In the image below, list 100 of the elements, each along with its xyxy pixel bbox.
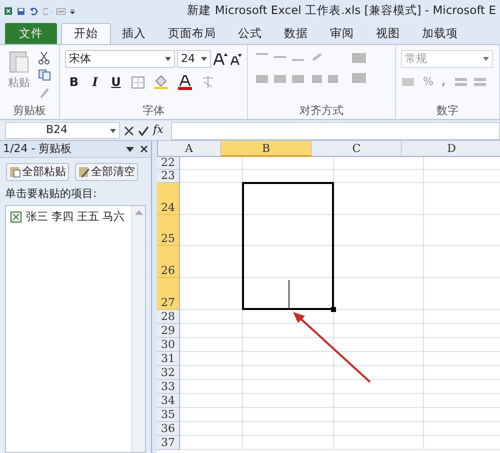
grid-cell[interactable]: [180, 408, 243, 422]
grid-cell[interactable]: [334, 246, 424, 278]
row-header[interactable]: 22: [157, 157, 180, 170]
font-size-field[interactable]: 24: [177, 50, 211, 68]
column-header[interactable]: D: [402, 141, 500, 157]
grid-cell[interactable]: [334, 436, 424, 450]
row-header[interactable]: 36: [157, 422, 180, 436]
grow-font-icon[interactable]: [212, 52, 228, 66]
grid-cell[interactable]: [243, 338, 334, 352]
currency-icon[interactable]: [401, 76, 415, 88]
ribbon-tab[interactable]: 公式: [227, 23, 273, 44]
ribbon-tab[interactable]: 开始: [61, 23, 111, 44]
grid-cell[interactable]: [180, 436, 243, 450]
cut-icon[interactable]: [38, 51, 50, 65]
copy-icon[interactable]: [38, 69, 52, 81]
grid-cell[interactable]: [180, 338, 243, 352]
paste-all-button[interactable]: 全部粘贴: [6, 163, 69, 181]
ribbon-tab[interactable]: 视图: [365, 23, 411, 44]
ribbon-tab[interactable]: 页面布局: [157, 23, 227, 44]
row-header[interactable]: 37: [157, 436, 180, 450]
row-header[interactable]: 33: [157, 380, 180, 394]
grid-cell[interactable]: [180, 310, 243, 324]
row-header[interactable]: 34: [157, 394, 180, 408]
grid-cell[interactable]: [334, 310, 424, 324]
close-icon[interactable]: [140, 145, 148, 153]
row-header[interactable]: 32: [157, 366, 180, 380]
dropdown-arrow-icon: [110, 128, 116, 132]
column-header[interactable]: B: [221, 141, 312, 157]
decimal-buttons-icon[interactable]: [454, 76, 488, 88]
grid-cell[interactable]: [243, 394, 334, 408]
italic-button[interactable]: I: [89, 73, 101, 91]
grid-cell[interactable]: [180, 366, 243, 380]
font-color-icon[interactable]: [177, 74, 193, 90]
grid-cell[interactable]: [334, 183, 424, 215]
grid-cell[interactable]: [334, 422, 424, 436]
row-header[interactable]: 29: [157, 324, 180, 338]
ribbon-tab[interactable]: 加载项: [411, 23, 469, 44]
row-header[interactable]: 31: [157, 352, 180, 366]
grid-cell[interactable]: [180, 324, 243, 338]
grid-cell[interactable]: [334, 338, 424, 352]
grid-cell[interactable]: [334, 157, 424, 170]
grid-cell[interactable]: [243, 436, 334, 450]
scroll-up-icon[interactable]: [134, 210, 142, 214]
grid-cell[interactable]: [180, 352, 243, 366]
grid-cell[interactable]: [243, 352, 334, 366]
phonetic-icon[interactable]: [201, 75, 215, 89]
row-header[interactable]: 25: [157, 215, 180, 246]
clipboard-item[interactable]: 张三 李四 王五 马六: [26, 208, 124, 225]
insert-function-button[interactable]: fx: [153, 122, 164, 139]
grid-cell[interactable]: [180, 380, 243, 394]
grid-cell[interactable]: [243, 366, 334, 380]
grid-cell[interactable]: [180, 394, 243, 408]
column-header[interactable]: C: [312, 141, 402, 157]
dropdown-icon[interactable]: [126, 146, 134, 152]
pane-title: 1/24 - 剪贴板: [3, 140, 72, 157]
grid-cell[interactable]: [334, 408, 424, 422]
grid-cell[interactable]: [334, 352, 424, 366]
ribbon-tab[interactable]: 数据: [273, 23, 319, 44]
grid-cell[interactable]: [334, 170, 424, 183]
border-icon[interactable]: [131, 76, 145, 88]
shrink-font-icon[interactable]: [230, 52, 242, 66]
grid-cell[interactable]: [334, 394, 424, 408]
grid-cell[interactable]: [334, 380, 424, 394]
column-header[interactable]: A: [158, 141, 221, 157]
grid-cell[interactable]: [243, 422, 334, 436]
row-header[interactable]: 23: [157, 170, 180, 183]
cancel-icon[interactable]: [124, 126, 134, 136]
grid-cell[interactable]: [180, 422, 243, 436]
name-box[interactable]: B24: [5, 122, 120, 139]
fill-bucket-icon[interactable]: [153, 75, 169, 89]
row-header[interactable]: 30: [157, 338, 180, 352]
grid-cell[interactable]: [243, 408, 334, 422]
group-label: 剪贴板: [12, 103, 47, 119]
grid-cell[interactable]: [243, 157, 334, 170]
row-header[interactable]: 24: [157, 183, 180, 215]
ribbon-tab[interactable]: 插入: [111, 23, 157, 44]
clipboard-icon: [8, 49, 30, 75]
underline-button[interactable]: U: [109, 73, 123, 91]
formula-input[interactable]: [171, 122, 500, 140]
ribbon-tab[interactable]: 审阅: [319, 23, 365, 44]
enter-icon[interactable]: [138, 126, 149, 136]
grid-cell[interactable]: [243, 324, 334, 338]
grid-cell[interactable]: [334, 278, 424, 310]
grid-cell[interactable]: [334, 215, 424, 246]
grid-cell[interactable]: [243, 380, 334, 394]
row-header[interactable]: 35: [157, 408, 180, 422]
scrollbar[interactable]: [131, 206, 145, 452]
bold-button[interactable]: B: [67, 73, 81, 91]
font-name-field[interactable]: 宋体: [65, 50, 176, 68]
format-painter-icon[interactable]: [38, 85, 50, 99]
grid-cell[interactable]: [334, 324, 424, 338]
file-tab[interactable]: 文件: [5, 23, 57, 44]
fill-handle[interactable]: [331, 307, 336, 312]
row-header[interactable]: 28: [157, 310, 180, 324]
row-header[interactable]: 27: [157, 278, 180, 310]
clear-all-button[interactable]: 全部清空: [75, 163, 138, 181]
grid-cell[interactable]: [180, 157, 243, 170]
grid-cell[interactable]: [334, 366, 424, 380]
grid-cell[interactable]: [180, 170, 243, 183]
row-header[interactable]: 26: [157, 246, 180, 278]
